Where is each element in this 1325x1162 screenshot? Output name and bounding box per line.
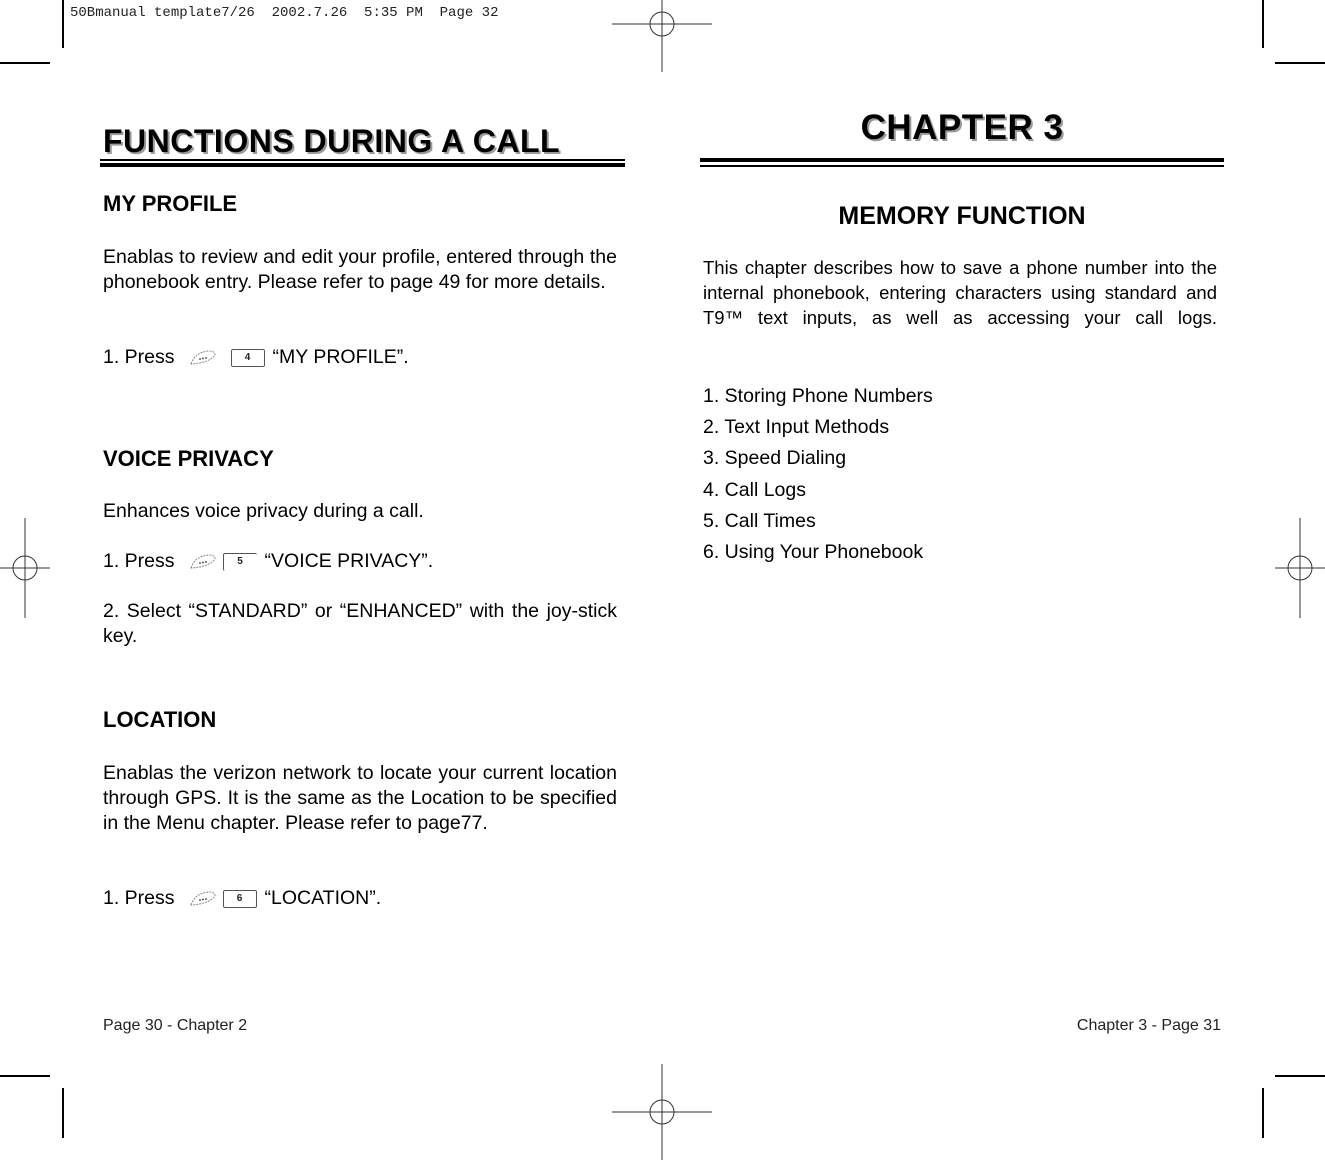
crop-mark [0, 1075, 50, 1077]
section-body: Enablas the verizon network to locate yo… [103, 762, 617, 834]
step-target: “LOCATION”. [264, 887, 382, 909]
toc-item[interactable]: 5. Call Times [703, 506, 933, 537]
step-prefix: 1. Press [103, 550, 175, 572]
registration-mark-icon [612, 0, 712, 72]
section-body: Enhances voice privacy during a call. [103, 500, 424, 522]
section-heading: VOICE PRIVACY [103, 446, 274, 471]
printer-slug: 50Bmanual template7/26 2002.7.26 5:35 PM… [70, 5, 499, 21]
toc-item[interactable]: 2. Text Input Methods [703, 412, 933, 443]
menu-softkey-icon [189, 349, 216, 365]
crop-mark [0, 62, 50, 64]
title-rule-thin [100, 159, 625, 161]
page-footer: Chapter 3 - Page 31 [1076, 1017, 1221, 1034]
toc-item[interactable]: 6. Using Your Phonebook [703, 537, 933, 568]
registration-mark-icon [0, 518, 50, 618]
crop-mark [62, 1088, 64, 1138]
chapter-title: CHAPTER 3 [860, 108, 1064, 147]
registration-mark-icon [1275, 518, 1325, 618]
toc-item[interactable]: 1. Storing Phone Numbers [703, 381, 933, 412]
crop-mark [1275, 62, 1325, 64]
number-key-icon: 6 [222, 889, 257, 908]
page-title: FUNCTIONS DURING A CALL [103, 123, 561, 159]
chapter-contents: 1. Storing Phone Numbers 2. Text Input M… [703, 381, 933, 568]
crop-mark [62, 0, 64, 48]
registration-mark-icon [612, 1064, 712, 1160]
instruction-step-2: 2. Select “STANDARD” or “ENHANCED” with … [103, 600, 617, 647]
section-heading: MY PROFILE [103, 191, 238, 216]
title-rule-thick [100, 163, 625, 167]
crop-mark [1262, 1088, 1264, 1138]
chapter-intro: This chapter describes how to save a pho… [703, 257, 1217, 328]
number-key-icon: 5 [222, 552, 257, 571]
chapter-subtitle: MEMORY FUNCTION [838, 202, 1086, 230]
section-body: Enablas to review and edit your profile,… [103, 246, 617, 293]
toc-item[interactable]: 3. Speed Dialing [703, 443, 933, 474]
crop-mark [1262, 0, 1264, 48]
menu-softkey-icon [189, 553, 216, 569]
step-target: “VOICE PRIVACY”. [264, 550, 434, 572]
page-footer: Page 30 - Chapter 2 [103, 1017, 248, 1034]
instruction-step: 1. Press 5 “VOICE PRIVACY”. [103, 549, 433, 574]
step-prefix: 1. Press [103, 346, 175, 368]
toc-item[interactable]: 4. Call Logs [703, 475, 933, 506]
menu-softkey-icon [189, 890, 216, 906]
step-target: “MY PROFILE”. [272, 346, 409, 368]
instruction-step: 1. Press 4 “MY PROFILE”. [103, 345, 409, 370]
crop-mark [1275, 1075, 1325, 1077]
instruction-step: 1. Press 6 “LOCATION”. [103, 886, 381, 911]
number-key-icon: 4 [230, 348, 265, 367]
section-heading: LOCATION [103, 707, 217, 732]
title-rule-thick [700, 158, 1224, 162]
title-rule-thin [700, 165, 1224, 167]
step-prefix: 1. Press [103, 887, 175, 909]
